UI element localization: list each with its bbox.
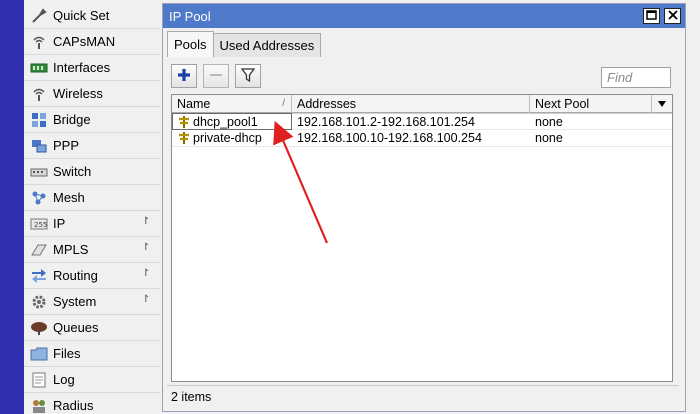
svg-text:255: 255 [34, 221, 47, 229]
tab-used-addresses[interactable]: Used Addresses [212, 33, 322, 57]
sidebar-item-label: IP [53, 216, 66, 231]
sidebar-item-label: Mesh [53, 190, 85, 205]
sidebar-item-label: Bridge [53, 112, 91, 127]
table-row[interactable]: dhcp_pool1 192.168.101.2-192.168.101.254… [172, 113, 672, 130]
pool-name: dhcp_pool1 [193, 114, 258, 129]
mesh-icon [29, 190, 49, 206]
system-icon [29, 294, 49, 310]
ip-icon: 255 [29, 216, 49, 232]
submenu-arrow-icon: ↾ [141, 268, 150, 279]
sort-indicator-icon: / [282, 98, 285, 109]
sidebar-item-bridge[interactable]: Bridge [24, 107, 160, 133]
window-controls [643, 8, 681, 24]
cell-next-pool: none [535, 114, 563, 129]
ppp-icon [29, 138, 49, 154]
interfaces-icon [29, 60, 49, 76]
sidebar-item-routing[interactable]: Routing ↾ [24, 263, 160, 289]
routing-icon [29, 268, 49, 284]
sidebar-item-label: PPP [53, 138, 80, 153]
cell-addresses: 192.168.101.2-192.168.101.254 [297, 114, 475, 129]
sidebar-item-label: Queues [53, 320, 99, 335]
minus-icon [209, 68, 223, 85]
log-icon [29, 372, 49, 388]
sidebar-item-capsman[interactable]: CAPsMAN [24, 29, 160, 55]
sidebar-item-system[interactable]: System ↾ [24, 289, 160, 315]
sidebar-item-label: Log [53, 372, 75, 387]
wireless-icon [29, 86, 49, 102]
pool-icon [179, 115, 189, 128]
sidebar-item-ip[interactable]: 255 IP ↾ [24, 211, 160, 237]
cell-name: dhcp_pool1 [172, 113, 292, 130]
find-input[interactable] [601, 67, 671, 88]
dropdown-arrow-icon [657, 97, 667, 111]
sidebar-item-mesh[interactable]: Mesh [24, 185, 160, 211]
column-header-addresses[interactable]: Addresses [292, 95, 530, 113]
pool-name: private-dhcp [193, 131, 262, 145]
cell-name: private-dhcp [172, 130, 292, 147]
maximize-button[interactable] [643, 8, 660, 24]
column-header-next-pool[interactable]: Next Pool [530, 95, 652, 113]
sidebar-item-mpls[interactable]: MPLS ↾ [24, 237, 160, 263]
sidebar-item-log[interactable]: Log [24, 367, 160, 393]
sidebar-item-label: Interfaces [53, 60, 111, 75]
close-button[interactable] [664, 8, 681, 24]
sidebar-item-label: Routing [53, 268, 98, 283]
tab-pools[interactable]: Pools [167, 31, 214, 57]
bridge-icon [29, 112, 49, 128]
sidebar-item-label: CAPsMAN [53, 34, 116, 49]
column-header-label: Name [177, 97, 211, 111]
submenu-arrow-icon: ↾ [141, 216, 150, 227]
maximize-icon [646, 9, 657, 23]
remove-button[interactable] [203, 64, 229, 88]
filter-icon [240, 67, 256, 85]
cell-next-pool: none [535, 131, 563, 145]
close-icon [667, 9, 678, 23]
sidebar-item-label: Wireless [53, 86, 103, 101]
sidebar-item-label: Switch [53, 164, 92, 179]
left-edge-strip [0, 0, 24, 414]
status-bar: 2 items [167, 385, 679, 407]
ip-pool-window: IP Pool Pools Used Addresses Find Name /… [162, 3, 686, 412]
cell-addresses: 192.168.100.10-192.168.100.254 [297, 131, 482, 145]
sidebar-item-interfaces[interactable]: Interfaces [24, 55, 160, 81]
radius-icon [29, 398, 49, 414]
sidebar-menu: Quick Set CAPsMAN Interfaces Wireless Br… [24, 3, 160, 414]
pool-table: Name / Addresses Next Pool dhcp_pool1 19… [171, 94, 673, 382]
sidebar-item-queues[interactable]: Queues [24, 315, 160, 341]
sidebar-item-label: Files [53, 346, 81, 361]
sidebar-item-label: Radius [53, 398, 94, 413]
sidebar-item-ppp[interactable]: PPP [24, 133, 160, 159]
item-count: 2 items [171, 389, 212, 404]
submenu-arrow-icon: ↾ [141, 242, 150, 253]
sidebar-item-radius[interactable]: Radius [24, 393, 160, 414]
submenu-arrow-icon: ↾ [141, 294, 150, 305]
table-row[interactable]: private-dhcp 192.168.100.10-192.168.100.… [172, 130, 672, 147]
table-header: Name / Addresses Next Pool [172, 95, 672, 113]
filter-button[interactable] [235, 64, 261, 88]
quick-set-icon [29, 7, 49, 24]
column-chooser-button[interactable] [652, 95, 672, 113]
toolbar [171, 64, 261, 88]
sidebar-item-files[interactable]: Files [24, 341, 160, 367]
sidebar-item-label: Quick Set [53, 8, 110, 23]
sidebar-item-switch[interactable]: Switch [24, 159, 160, 185]
sidebar-item-wireless[interactable]: Wireless [24, 81, 160, 107]
plus-icon [177, 68, 191, 85]
window-title: IP Pool [169, 8, 211, 24]
window-titlebar[interactable]: IP Pool [163, 4, 685, 28]
window-tabs: Pools Used Addresses [167, 31, 322, 57]
capsman-icon [29, 34, 49, 50]
pool-icon [179, 132, 189, 144]
add-button[interactable] [171, 64, 197, 88]
mpls-icon [29, 242, 49, 258]
column-header-name[interactable]: Name / [172, 95, 292, 113]
sidebar-item-label: MPLS [53, 242, 89, 257]
sidebar-item-label: System [53, 294, 97, 309]
sidebar-item-quick-set[interactable]: Quick Set [24, 3, 160, 29]
switch-icon [29, 164, 49, 180]
folder-icon [29, 346, 49, 362]
queues-icon [29, 320, 49, 336]
